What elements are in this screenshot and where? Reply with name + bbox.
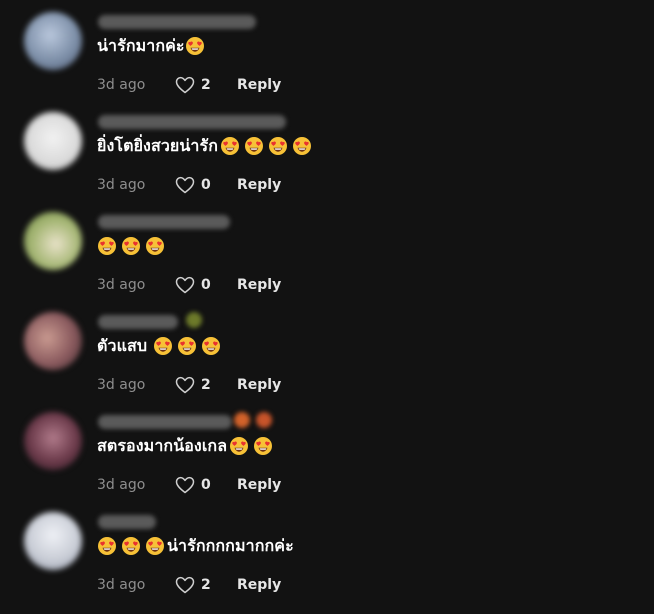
heart-eyes-emoji-icon — [292, 136, 312, 156]
avatar[interactable] — [24, 12, 82, 70]
heart-outline-icon[interactable] — [175, 276, 195, 294]
username-emoji-icon — [186, 312, 202, 328]
comment-item: ยิ่งโตยิ่งสวยน่ารัก 3d ago 0 Reply — [0, 100, 654, 200]
like-count: 0 — [201, 177, 211, 193]
comment-item: สตรองมากน้องเกล 3d ago 0 Reply — [0, 400, 654, 500]
comment-text-row — [97, 233, 165, 259]
heart-eyes-emoji-icon — [185, 36, 205, 56]
heart-eyes-emoji-icon — [145, 236, 165, 256]
comment-text: ยิ่งโตยิ่งสวยน่ารัก — [97, 135, 218, 155]
comment-text-row: สตรองมากน้องเกล — [97, 433, 273, 459]
heart-eyes-emoji-icon — [253, 436, 273, 456]
like-button[interactable]: 2 — [175, 576, 237, 594]
comment-meta: 3d ago 2 Reply — [97, 74, 281, 96]
comment-text: น่ารักมากค่ะ — [97, 35, 185, 55]
comment-text: สตรองมากน้องเกล — [97, 435, 228, 455]
comment-item: น่ารักกกกมากกค่ะ 3d ago 2 Reply — [0, 500, 654, 600]
username-blurred[interactable] — [98, 315, 178, 329]
username-blurred[interactable] — [98, 15, 256, 29]
timestamp: 3d ago — [97, 577, 146, 593]
heart-eyes-emoji-icon — [220, 136, 240, 156]
comment-meta: 3d ago 0 Reply — [97, 174, 281, 196]
timestamp: 3d ago — [97, 177, 146, 193]
username-emoji-icon — [234, 412, 250, 428]
username-blurred[interactable] — [98, 515, 156, 529]
comment-item: 3d ago 0 Reply — [0, 200, 654, 300]
heart-eyes-emoji-icon — [121, 236, 141, 256]
heart-outline-icon[interactable] — [175, 76, 195, 94]
heart-eyes-emoji-icon — [229, 436, 249, 456]
heart-eyes-emoji-icon — [244, 136, 264, 156]
like-button[interactable]: 2 — [175, 76, 237, 94]
heart-outline-icon[interactable] — [175, 176, 195, 194]
username-blurred[interactable] — [98, 415, 232, 429]
username-blurred[interactable] — [98, 115, 286, 129]
comment-meta: 3d ago 2 Reply — [97, 374, 281, 396]
username-blurred[interactable] — [98, 215, 230, 229]
heart-eyes-emoji-icon — [145, 536, 165, 556]
heart-outline-icon[interactable] — [175, 576, 195, 594]
heart-eyes-emoji-icon — [121, 536, 141, 556]
timestamp: 3d ago — [97, 77, 146, 93]
reply-button[interactable]: Reply — [237, 577, 281, 593]
emoji-group — [229, 436, 273, 456]
comment-text-row: ยิ่งโตยิ่งสวยน่ารัก — [97, 133, 312, 159]
reply-button[interactable]: Reply — [237, 177, 281, 193]
heart-eyes-emoji-icon — [201, 336, 221, 356]
like-button[interactable]: 2 — [175, 376, 237, 394]
reply-button[interactable]: Reply — [237, 377, 281, 393]
reply-button[interactable]: Reply — [237, 277, 281, 293]
avatar[interactable] — [24, 312, 82, 370]
avatar[interactable] — [24, 212, 82, 270]
like-count: 2 — [201, 377, 211, 393]
heart-eyes-emoji-icon — [177, 336, 197, 356]
heart-eyes-emoji-icon — [97, 536, 117, 556]
comment-text-row: ตัวแสบ — [97, 333, 221, 359]
emoji-group — [185, 36, 205, 56]
emoji-group — [97, 536, 165, 556]
comment-meta: 3d ago 2 Reply — [97, 574, 281, 596]
reply-button[interactable]: Reply — [237, 77, 281, 93]
emoji-group — [97, 236, 165, 256]
timestamp: 3d ago — [97, 477, 146, 493]
like-count: 2 — [201, 77, 211, 93]
heart-eyes-emoji-icon — [268, 136, 288, 156]
username-emoji-icon — [256, 412, 272, 428]
like-count: 0 — [201, 277, 211, 293]
like-count: 2 — [201, 577, 211, 593]
comment-item: ตัวแสบ 3d ago 2 Reply — [0, 300, 654, 400]
like-button[interactable]: 0 — [175, 476, 237, 494]
timestamp: 3d ago — [97, 377, 146, 393]
timestamp: 3d ago — [97, 277, 146, 293]
comment-item: น่ารักมากค่ะ 3d ago 2 Reply — [0, 0, 654, 100]
comment-meta: 3d ago 0 Reply — [97, 274, 281, 296]
heart-eyes-emoji-icon — [153, 336, 173, 356]
heart-outline-icon[interactable] — [175, 476, 195, 494]
like-count: 0 — [201, 477, 211, 493]
comment-text: ตัวแสบ — [97, 335, 148, 355]
emoji-group — [153, 336, 221, 356]
like-button[interactable]: 0 — [175, 176, 237, 194]
comment-text: น่ารักกกกมากกค่ะ — [167, 535, 294, 555]
comment-text-row: น่ารักกกกมากกค่ะ — [97, 533, 294, 559]
avatar[interactable] — [24, 112, 82, 170]
heart-outline-icon[interactable] — [175, 376, 195, 394]
avatar[interactable] — [24, 512, 82, 570]
comment-text-row: น่ารักมากค่ะ — [97, 33, 207, 59]
heart-eyes-emoji-icon — [97, 236, 117, 256]
reply-button[interactable]: Reply — [237, 477, 281, 493]
emoji-group — [220, 136, 312, 156]
comment-meta: 3d ago 0 Reply — [97, 474, 281, 496]
like-button[interactable]: 0 — [175, 276, 237, 294]
avatar[interactable] — [24, 412, 82, 470]
